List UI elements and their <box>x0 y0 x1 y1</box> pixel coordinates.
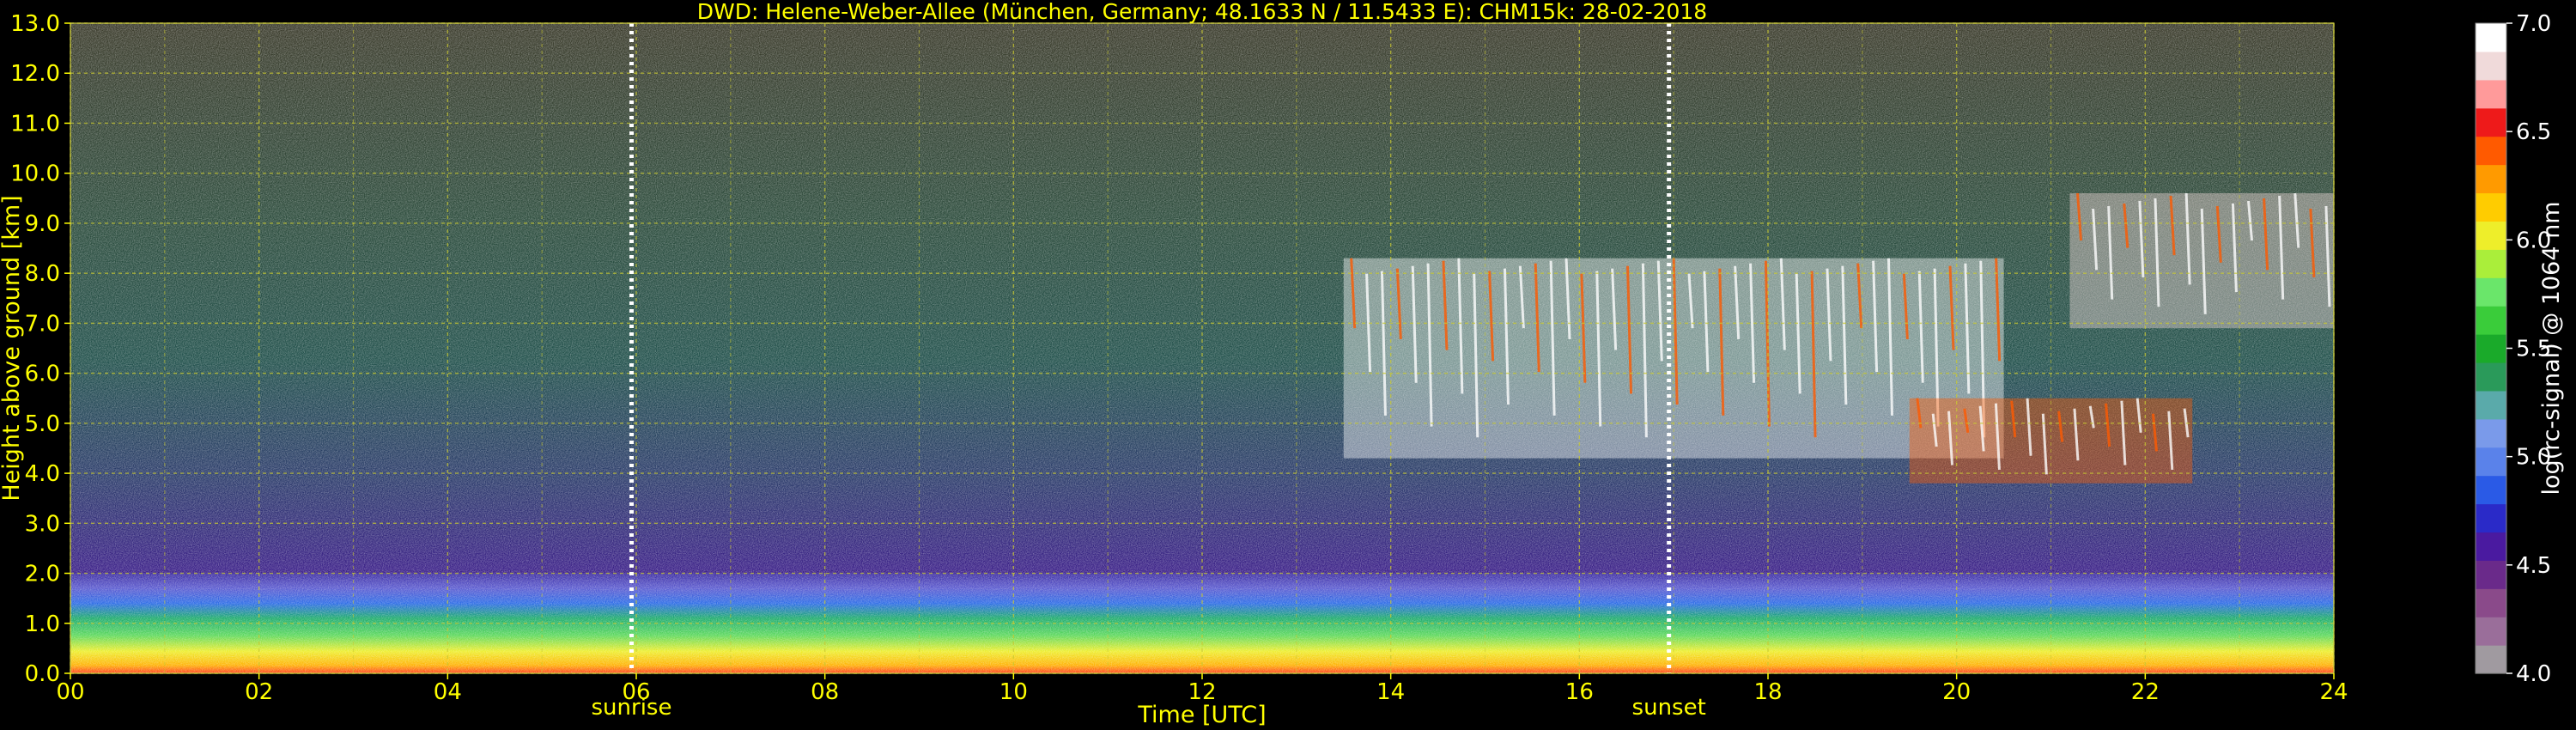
y-tick-label: 5.0 <box>25 411 60 437</box>
x-tick-label: 10 <box>999 679 1028 705</box>
y-axis-label: Height above ground [km] <box>0 195 25 501</box>
event-label-sunrise: sunrise <box>592 695 672 721</box>
x-axis-label: Time [UTC] <box>1137 702 1266 728</box>
event-label-sunset: sunset <box>1632 695 1706 721</box>
y-tick-label: 13.0 <box>10 11 60 37</box>
chart-title: DWD: Helene-Weber-Allee (München, German… <box>697 0 1707 24</box>
y-tick-label: 12.0 <box>10 61 60 87</box>
y-tick-label: 2.0 <box>25 562 60 587</box>
x-tick-label: 16 <box>1565 679 1594 705</box>
y-tick-label: 3.0 <box>25 511 60 537</box>
y-tick-label: 8.0 <box>25 261 60 287</box>
x-axis: 00 02 04 06 08 10 12 14 16 18 20 22 24 <box>56 673 2348 705</box>
y-tick-label: 4.0 <box>25 461 60 487</box>
x-tick-label: 04 <box>434 679 462 705</box>
x-tick-label: 22 <box>2131 679 2160 705</box>
y-tick-label: 7.0 <box>25 311 60 337</box>
y-tick-label: 11.0 <box>10 111 60 137</box>
y-tick-label: 6.0 <box>25 362 60 387</box>
x-tick-label: 20 <box>1942 679 1971 705</box>
x-tick-label: 14 <box>1376 679 1405 705</box>
ceilometer-chart: 00 02 04 06 08 10 12 14 16 18 20 22 24 0.01.02.03.04… <box>0 0 2348 728</box>
y-tick-label: 9.0 <box>25 211 60 237</box>
x-tick-label: 24 <box>2319 679 2348 705</box>
x-tick-label: 08 <box>811 679 839 705</box>
y-tick-label: 0.0 <box>25 661 60 687</box>
y-tick-label: 1.0 <box>25 611 60 637</box>
y-tick-label: 10.0 <box>10 161 60 187</box>
plot-area <box>70 22 2335 674</box>
x-tick-label: 02 <box>245 679 273 705</box>
x-tick-label: 18 <box>1753 679 1782 705</box>
x-tick-label: 00 <box>56 679 84 705</box>
